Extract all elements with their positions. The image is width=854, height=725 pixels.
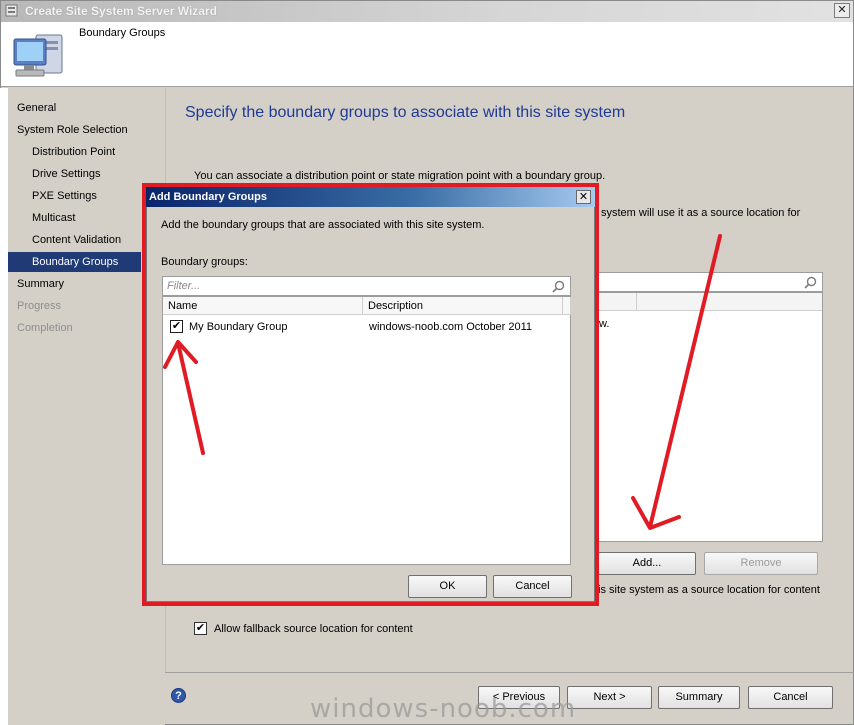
summary-button[interactable]: Summary xyxy=(658,686,740,709)
column-divider xyxy=(636,293,637,311)
dialog-boundary-list[interactable]: Name Description ✔ My Boundary Group win… xyxy=(162,296,571,565)
search-icon xyxy=(804,276,817,289)
boundary-filter-input[interactable] xyxy=(598,272,823,292)
nav-item-content-validation[interactable]: Content Validation xyxy=(8,230,141,250)
dialog-title: Add Boundary Groups xyxy=(149,191,267,203)
window-close-button[interactable]: ✕ xyxy=(834,3,850,18)
boundary-groups-list[interactable]: w. xyxy=(598,292,823,542)
list-empty-text: w. xyxy=(599,318,610,330)
nav-item-distribution-point[interactable]: Distribution Point xyxy=(8,142,141,162)
add-button[interactable]: Add... xyxy=(598,552,696,575)
nav-item-boundary-groups[interactable]: Boundary Groups xyxy=(8,252,141,272)
row-name: My Boundary Group xyxy=(189,321,288,333)
filter-placeholder: Filter... xyxy=(167,280,201,292)
next-button[interactable]: Next > xyxy=(567,686,652,709)
row-description: windows-noob.com October 2011 xyxy=(369,321,533,333)
row-checkbox[interactable]: ✔ xyxy=(170,320,183,333)
dialog-filter-input[interactable]: Filter... xyxy=(162,276,571,296)
dialog-titlebar[interactable]: Add Boundary Groups xyxy=(146,187,595,207)
help-icon[interactable]: ? xyxy=(171,688,186,703)
nav-item-multicast[interactable]: Multicast xyxy=(8,208,141,228)
list-header xyxy=(599,293,822,311)
column-header-filler xyxy=(563,297,571,315)
boundary-groups-label: Boundary groups: xyxy=(161,256,248,268)
wizard-app-icon xyxy=(5,4,18,17)
dialog-cancel-button[interactable]: Cancel xyxy=(493,575,572,598)
table-row[interactable]: ✔ My Boundary Group windows-noob.com Oct… xyxy=(163,318,570,336)
dialog-description: Add the boundary groups that are associa… xyxy=(161,219,485,231)
dialog-close-button[interactable]: ✕ xyxy=(576,190,591,204)
fallback-checkbox-label[interactable]: Allow fallback source location for conte… xyxy=(214,623,413,635)
left-edge-strip xyxy=(0,88,8,725)
fallback-description-partial: is site system as a source location for … xyxy=(598,584,820,596)
nav-item-system-role-selection[interactable]: System Role Selection xyxy=(8,120,141,140)
nav-item-pxe-settings[interactable]: PXE Settings xyxy=(8,186,141,206)
search-icon xyxy=(552,280,565,293)
header-step-label: Boundary Groups xyxy=(79,27,166,39)
fallback-checkbox[interactable]: ✔ xyxy=(194,622,207,635)
nav-item-progress: Progress xyxy=(17,300,62,312)
nav-item-drive-settings[interactable]: Drive Settings xyxy=(8,164,141,184)
computer-icon xyxy=(13,34,63,77)
nav-item-completion: Completion xyxy=(17,322,73,334)
intro-text: You can associate a distribution point o… xyxy=(194,170,606,182)
page-title: Specify the boundary groups to associate… xyxy=(185,104,626,121)
watermark-text: windows-noob.com xyxy=(310,694,577,724)
remove-button[interactable]: Remove xyxy=(704,552,818,575)
intro-text-partial: system will use it as a source location … xyxy=(601,207,801,219)
nav-item-general[interactable]: General xyxy=(8,98,141,118)
window-title: Create Site System Server Wizard xyxy=(25,4,217,18)
column-header-description[interactable]: Description xyxy=(363,297,563,315)
cancel-button[interactable]: Cancel xyxy=(748,686,833,709)
footer-divider xyxy=(165,672,854,673)
window-titlebar[interactable]: Create Site System Server Wizard xyxy=(1,1,853,22)
nav-item-summary[interactable]: Summary xyxy=(8,274,141,294)
column-header-name[interactable]: Name xyxy=(163,297,363,315)
dialog-ok-button[interactable]: OK xyxy=(408,575,487,598)
